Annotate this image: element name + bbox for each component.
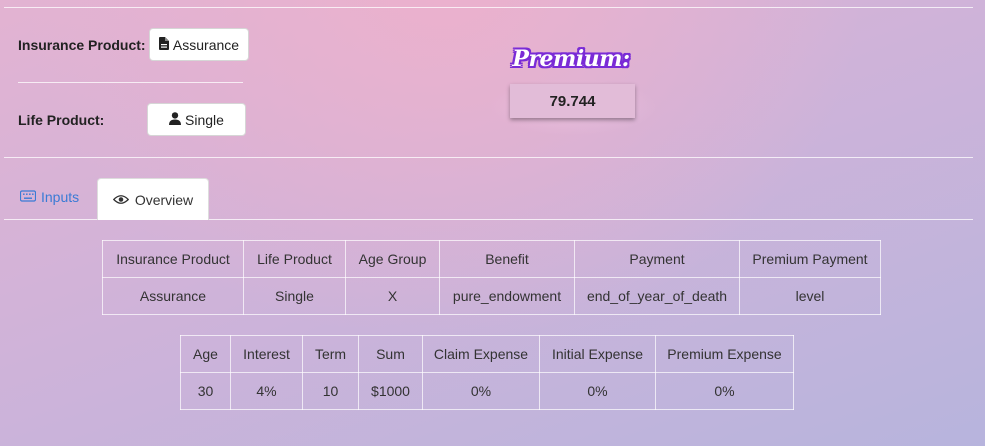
parameters-table: Age Interest Term Sum Claim Expense Init… [180,335,794,410]
table-cell: Assurance [102,277,244,315]
form-divider [18,82,243,83]
overview-table: Insurance Product Life Product Age Group… [102,240,881,315]
column-header: Life Product [243,240,346,278]
column-header: Age Group [345,240,440,278]
life-product-value: Single [185,111,224,128]
table-cell: level [739,277,881,315]
table-cell: 0% [655,372,794,410]
life-product-button[interactable]: Single [147,103,246,136]
table-cell: 0% [539,372,656,410]
column-header: Insurance Product [102,240,244,278]
premium-value: 79.744 [510,84,635,118]
column-header: Claim Expense [422,335,540,373]
column-header: Benefit [439,240,575,278]
tab-overview-label: Overview [134,191,194,208]
column-header: Premium Payment [739,240,881,278]
column-header: Age [180,335,231,373]
user-icon [169,111,182,128]
table-cell: end_of_year_of_death [574,277,740,315]
table-cell: pure_endowment [439,277,575,315]
table-cell: 30 [180,372,231,410]
tab-inputs-label: Inputs [41,189,80,205]
table-cell: Single [243,277,346,315]
premium-title: Premium: [512,46,630,72]
insurance-product-value: Assurance [172,36,240,53]
life-product-label: Life Product: [18,112,105,128]
table-cell: 10 [302,372,359,410]
file-icon [158,36,169,53]
header-divider [4,157,973,158]
table-row: 30 4% 10 $1000 0% 0% 0% [180,372,794,410]
table-cell: $1000 [358,372,423,410]
column-header: Initial Expense [539,335,656,373]
column-header: Sum [358,335,423,373]
eye-icon [112,192,129,208]
insurance-product-button[interactable]: Assurance [149,28,249,61]
table-cell: X [345,277,440,315]
column-header: Payment [574,240,740,278]
table-header-row: Insurance Product Life Product Age Group… [102,240,881,278]
column-header: Term [302,335,359,373]
tab-overview[interactable]: Overview [97,178,209,220]
top-divider [4,7,973,8]
column-header: Interest [230,335,303,373]
table-cell: 4% [230,372,303,410]
table-header-row: Age Interest Term Sum Claim Expense Init… [180,335,794,373]
tab-inputs[interactable]: Inputs [19,189,80,205]
insurance-product-label: Insurance Product: [18,37,146,53]
table-cell: 0% [422,372,540,410]
keyboard-icon [19,189,37,205]
table-row: Assurance Single X pure_endowment end_of… [102,277,881,315]
column-header: Premium Expense [655,335,794,373]
